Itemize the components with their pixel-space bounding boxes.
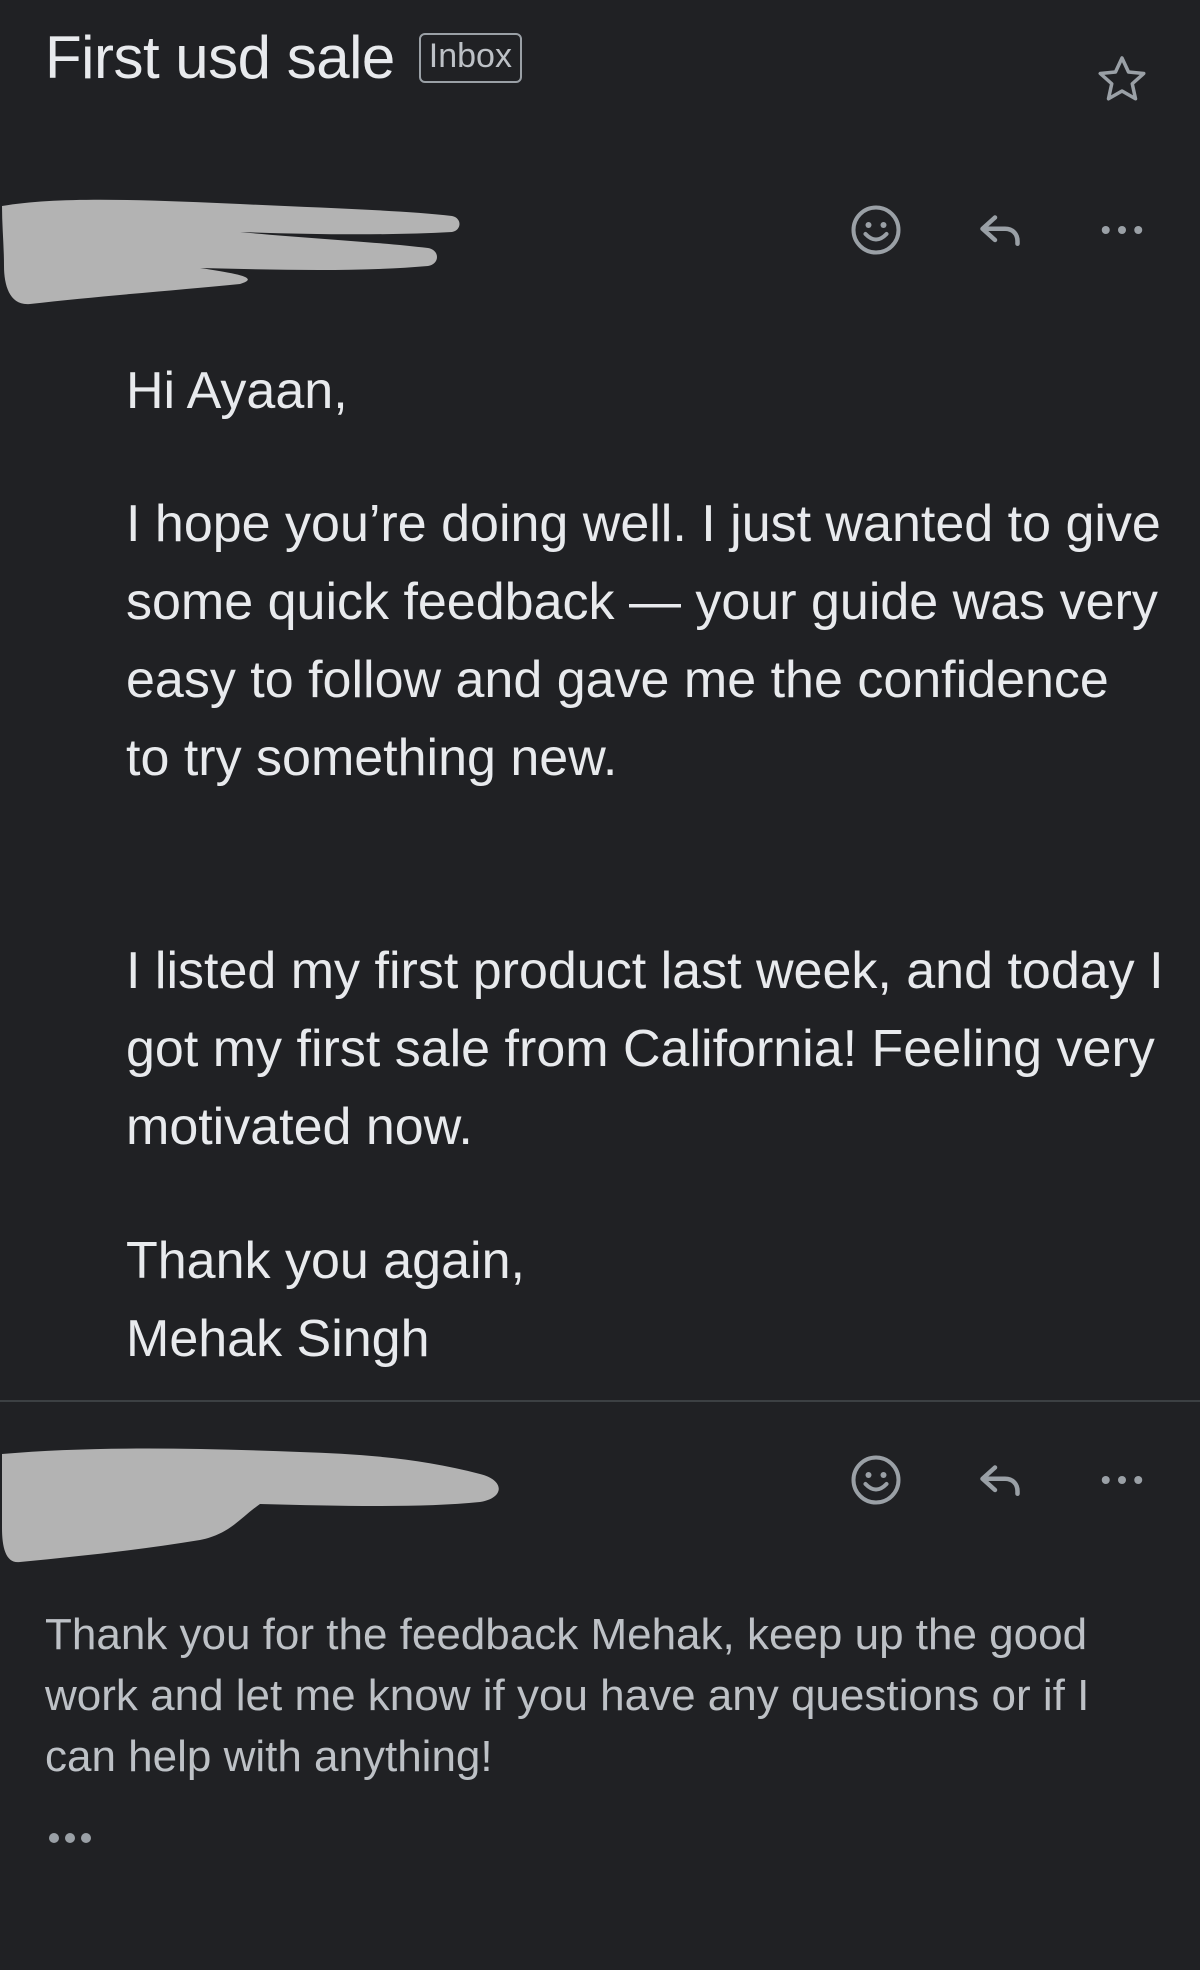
- redacted-sender-name-2: [2, 1448, 499, 1563]
- email-paragraph-1: I hope you’re doing well. I just wanted …: [126, 495, 1161, 787]
- email-subject: First usd sale: [45, 24, 395, 91]
- reply-message-body: Thank you for the feedback Mehak, keep u…: [45, 1610, 1090, 1781]
- smiley-icon[interactable]: [846, 1450, 906, 1510]
- message-divider: [0, 1400, 1200, 1402]
- star-icon[interactable]: [1092, 50, 1152, 110]
- email-signoff-block: Thank you again, Mehak Singh: [126, 1222, 1166, 1378]
- more-options-icon[interactable]: [1092, 200, 1152, 260]
- email-paragraph-2: I listed my first product last week, and…: [126, 942, 1164, 1156]
- reply-icon[interactable]: [970, 1450, 1030, 1510]
- inbox-label[interactable]: Inbox: [418, 33, 522, 83]
- reply-icon[interactable]: [970, 200, 1030, 260]
- smiley-icon[interactable]: [846, 200, 906, 260]
- email-signature: Mehak Singh: [126, 1310, 430, 1368]
- message-header-2[interactable]: [0, 1428, 1200, 1563]
- email-greeting: Hi Ayaan,: [126, 362, 348, 420]
- subject-header: First usd sale Inbox: [45, 28, 522, 88]
- redacted-sender-name: [2, 199, 460, 305]
- message-header-1[interactable]: [0, 180, 1200, 310]
- ellipsis-icon[interactable]: [45, 1820, 95, 1856]
- email-signoff: Thank you again,: [126, 1232, 525, 1290]
- more-options-icon[interactable]: [1092, 1450, 1152, 1510]
